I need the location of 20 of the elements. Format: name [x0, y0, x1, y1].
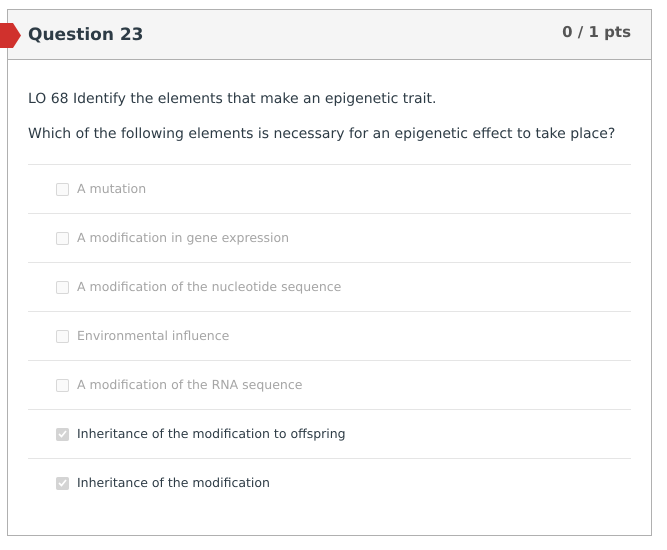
answer-option-label: A mutation	[77, 180, 146, 198]
answer-checkbox[interactable]	[56, 428, 69, 440]
answer-option-label: Environmental influence	[77, 326, 230, 345]
points-label: 0 / 1 pts	[562, 22, 631, 43]
answer-option-label: Inheritance of the modification to offspring	[77, 424, 346, 443]
answer-option-label: Inheritance of the modification	[77, 474, 270, 492]
answer-checkbox[interactable]	[56, 476, 69, 490]
question-text: Which of the following elements is necessary for an epigenetic effect to take place?	[28, 125, 616, 144]
question-title: Question 23	[28, 24, 144, 47]
answer-option-label: A modification of the nucleotide sequence	[77, 278, 342, 296]
question-text: LO 68 Identify the elements that make an epigenetic trait.	[28, 90, 438, 109]
answer-option-label: A modification in gene expression	[77, 228, 290, 247]
answer-option-label: A modification of the RNA sequence	[77, 376, 302, 394]
answer-checkbox[interactable]	[56, 378, 69, 392]
answer-checkbox[interactable]	[56, 232, 69, 244]
checkmark-icon	[58, 479, 67, 487]
answer-checkbox[interactable]	[56, 280, 69, 294]
answer-checkbox[interactable]	[56, 182, 69, 196]
checkmark-icon	[58, 430, 67, 438]
answer-checkbox[interactable]	[56, 330, 69, 342]
